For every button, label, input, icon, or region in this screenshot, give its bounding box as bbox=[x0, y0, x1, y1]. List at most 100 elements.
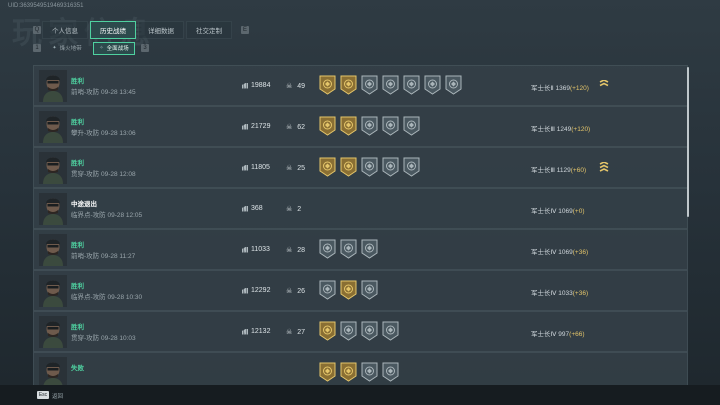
operator-avatar bbox=[39, 234, 67, 266]
match-map-time: 前哨-攻防 09-28 13:45 bbox=[71, 89, 136, 96]
skull-icon: ☠ bbox=[286, 165, 293, 172]
match-score: 21729 bbox=[242, 123, 270, 130]
tab-detailed-data[interactable]: 详细数据 bbox=[138, 21, 184, 39]
silver-medal-icon[interactable] bbox=[382, 362, 399, 382]
gold-medal-icon[interactable] bbox=[319, 116, 336, 136]
operator-avatar bbox=[39, 193, 67, 225]
subtab-prev-key[interactable]: 1 bbox=[33, 44, 41, 52]
gold-medal-icon[interactable] bbox=[319, 157, 336, 177]
subtab-warfare[interactable]: ✧ 全面战场 bbox=[93, 41, 135, 55]
rank-info: 军士长Ⅳ 1069(+36) bbox=[531, 246, 588, 256]
match-result: 胜利 bbox=[71, 283, 84, 290]
rank-label: 军士长Ⅳ 997 bbox=[531, 331, 570, 338]
kills-value: 2 bbox=[297, 205, 302, 213]
kills-value: 25 bbox=[297, 164, 306, 172]
subtab-label: 全面战场 bbox=[106, 46, 129, 52]
silver-medal-icon[interactable] bbox=[361, 321, 378, 341]
silver-medal-icon[interactable] bbox=[319, 239, 336, 259]
mode-subtabs: 1 ✦ 烽火地带 ✧ 全面战场 3 bbox=[33, 41, 149, 55]
medal-list bbox=[319, 239, 382, 259]
gold-medal-icon[interactable] bbox=[340, 362, 357, 382]
silver-medal-icon[interactable] bbox=[445, 75, 462, 95]
uid-label: UID:3639549519469316351 bbox=[8, 3, 84, 9]
rank-delta: (+36) bbox=[572, 249, 589, 256]
match-row[interactable]: 胜利 前哨-攻防 09-28 11:27 11033 ☠ 28 军士长Ⅳ 1069(+36… bbox=[33, 229, 688, 270]
medal-list bbox=[319, 362, 403, 382]
match-map-time: 贯穿-攻防 09-28 12:08 bbox=[71, 171, 136, 178]
gold-medal-icon[interactable] bbox=[340, 280, 357, 300]
match-score: 368 bbox=[242, 205, 263, 212]
rank-info: 军士长Ⅲ 1249(+120) bbox=[531, 123, 590, 133]
silver-medal-icon[interactable] bbox=[424, 75, 441, 95]
match-row[interactable]: 中途退出 临界点-攻防 09-28 12:05 368 ☠ 2 军士长Ⅳ 1069(+0) bbox=[33, 188, 688, 229]
silver-medal-icon[interactable] bbox=[382, 157, 399, 177]
score-value: 368 bbox=[251, 205, 263, 212]
kills-value: 28 bbox=[297, 246, 306, 254]
gold-medal-icon[interactable] bbox=[340, 157, 357, 177]
tab-match-history[interactable]: 历史战绩 bbox=[90, 21, 136, 39]
silver-medal-icon[interactable] bbox=[361, 157, 378, 177]
match-kills: ☠ 2 bbox=[286, 205, 302, 214]
rank-delta: (+0) bbox=[572, 208, 585, 215]
match-kills: ☠ 27 bbox=[286, 328, 306, 337]
gold-medal-icon[interactable] bbox=[319, 362, 336, 382]
silver-medal-icon[interactable] bbox=[382, 75, 399, 95]
silver-medal-icon[interactable] bbox=[361, 280, 378, 300]
score-value: 21729 bbox=[251, 123, 271, 130]
silver-medal-icon[interactable] bbox=[340, 321, 357, 341]
silver-medal-icon[interactable] bbox=[319, 280, 336, 300]
match-row[interactable]: 失败 bbox=[33, 352, 688, 385]
match-result: 胜利 bbox=[71, 324, 84, 331]
match-row[interactable]: 胜利 攀升-攻防 09-28 13:06 21729 ☠ 62 军士长Ⅲ 1249(+12… bbox=[33, 106, 688, 147]
silver-medal-icon[interactable] bbox=[361, 239, 378, 259]
match-result: 失败 bbox=[71, 365, 84, 372]
match-kills: ☠ 49 bbox=[286, 82, 306, 91]
kills-value: 27 bbox=[297, 328, 306, 336]
kills-value: 49 bbox=[297, 82, 306, 90]
rank-info: 军士长Ⅲ 1129(+60) bbox=[531, 164, 586, 174]
tab-next-key[interactable]: E bbox=[241, 26, 249, 34]
subtab-next-key[interactable]: 3 bbox=[141, 44, 149, 52]
back-label[interactable]: 返回 bbox=[52, 392, 63, 400]
bar-chart-icon bbox=[242, 328, 248, 335]
rank-delta: (+60) bbox=[570, 167, 587, 174]
match-row[interactable]: 胜利 贯穿-攻防 09-28 10:03 12132 ☠ 27 军士长Ⅳ 997(+66) bbox=[33, 311, 688, 352]
tab-social-custom[interactable]: 社交定制 bbox=[186, 21, 232, 39]
bar-chart-icon bbox=[242, 123, 248, 130]
silver-medal-icon[interactable] bbox=[361, 75, 378, 95]
silver-medal-icon[interactable] bbox=[403, 75, 420, 95]
match-result: 胜利 bbox=[71, 242, 84, 249]
list-scrollbar[interactable] bbox=[687, 67, 689, 217]
rank-delta: (+120) bbox=[571, 126, 591, 133]
silver-medal-icon[interactable] bbox=[382, 116, 399, 136]
silver-medal-icon[interactable] bbox=[361, 116, 378, 136]
gold-medal-icon[interactable] bbox=[319, 75, 336, 95]
match-row[interactable]: 胜利 贯穿-攻防 09-28 12:08 11805 ☠ 25 军士长Ⅲ 1129(+60… bbox=[33, 147, 688, 188]
silver-medal-icon[interactable] bbox=[382, 321, 399, 341]
esc-key[interactable]: Esc bbox=[37, 391, 49, 399]
match-row[interactable]: 胜利 前哨-攻防 09-28 13:45 19884 ☠ 49 军士长Ⅱ 1369(+12… bbox=[33, 65, 688, 106]
rank-label: 军士长Ⅲ 1129 bbox=[531, 167, 571, 174]
operator-avatar bbox=[39, 357, 67, 385]
skull-icon: ☠ bbox=[286, 124, 293, 131]
subtab-hazard-zone[interactable]: ✦ 烽火地带 bbox=[47, 43, 87, 54]
medal-list bbox=[319, 75, 466, 95]
gold-medal-icon[interactable] bbox=[340, 116, 357, 136]
tab-personal-info[interactable]: 个人信息 bbox=[42, 21, 88, 39]
silver-medal-icon[interactable] bbox=[403, 157, 420, 177]
medal-list bbox=[319, 321, 403, 341]
gold-medal-icon[interactable] bbox=[340, 75, 357, 95]
match-kills: ☠ 62 bbox=[286, 123, 305, 132]
silver-medal-icon[interactable] bbox=[361, 362, 378, 382]
match-row[interactable]: 胜利 临界点-攻防 09-28 10:30 12292 ☠ 26 军士长Ⅳ 1033(+3… bbox=[33, 270, 688, 311]
gold-medal-icon[interactable] bbox=[319, 321, 336, 341]
silver-medal-icon[interactable] bbox=[403, 116, 420, 136]
rank-chevron-icon bbox=[599, 79, 609, 91]
silver-medal-icon[interactable] bbox=[340, 239, 357, 259]
skull-icon: ☠ bbox=[286, 206, 293, 213]
tab-prev-key[interactable]: Q bbox=[33, 26, 41, 34]
skull-icon: ☠ bbox=[286, 288, 293, 295]
match-kills: ☠ 25 bbox=[286, 164, 306, 173]
bar-chart-icon bbox=[242, 246, 248, 253]
score-value: 11033 bbox=[251, 246, 270, 253]
